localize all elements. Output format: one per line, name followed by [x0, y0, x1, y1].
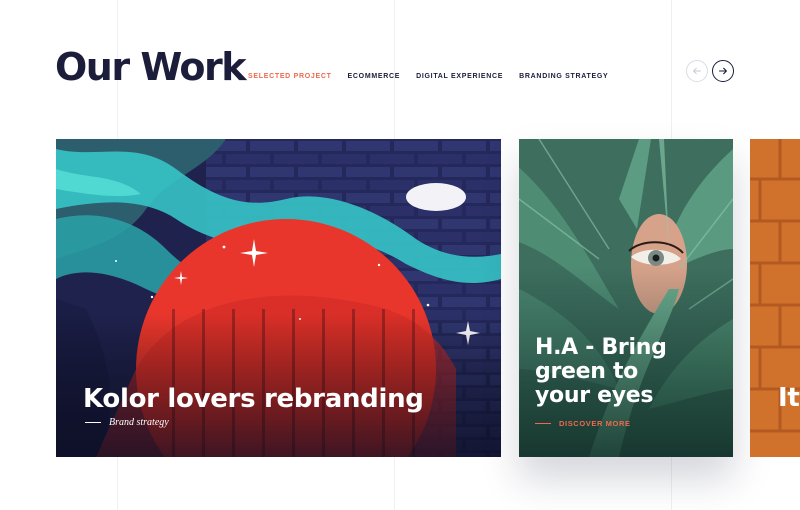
project-title: Kolor lovers rebranding	[83, 384, 424, 414]
project-title-line: H.A - Bring	[535, 335, 667, 360]
filter-digital-experience[interactable]: Digital Experience	[416, 73, 503, 80]
previous-button[interactable]	[686, 60, 708, 82]
filter-ecommerce[interactable]: Ecommerce	[348, 73, 401, 80]
project-card-kolor-lovers[interactable]: Kolor lovers rebranding Brand strategy	[56, 139, 501, 457]
project-title-line: green to	[535, 359, 638, 384]
project-card-partial[interactable]: It’	[750, 139, 800, 457]
discover-more-link[interactable]: Discover more	[535, 419, 631, 428]
arrow-left-icon	[693, 67, 701, 75]
project-title: H.A - Bring green to your eyes	[535, 336, 667, 408]
filter-tabs: Selected Project Ecommerce Digital Exper…	[248, 73, 608, 80]
page-title: Our Work	[55, 45, 247, 89]
project-title-line: your eyes	[535, 383, 654, 408]
filter-selected-project[interactable]: Selected Project	[248, 73, 332, 80]
project-title: It’	[778, 383, 800, 413]
dash-divider	[85, 422, 101, 423]
dash-divider	[535, 423, 551, 424]
discover-more-label: Discover more	[559, 419, 631, 428]
filter-branding-strategy[interactable]: Branding Strategy	[519, 73, 608, 80]
next-button[interactable]	[712, 60, 734, 82]
project-card-bring-green[interactable]: H.A - Bring green to your eyes Discover …	[519, 139, 733, 457]
project-category-label: Brand strategy	[109, 417, 169, 428]
leaf-eye-portrait-image	[519, 139, 733, 457]
arrow-right-icon	[718, 67, 727, 75]
project-category: Brand strategy	[85, 417, 169, 428]
